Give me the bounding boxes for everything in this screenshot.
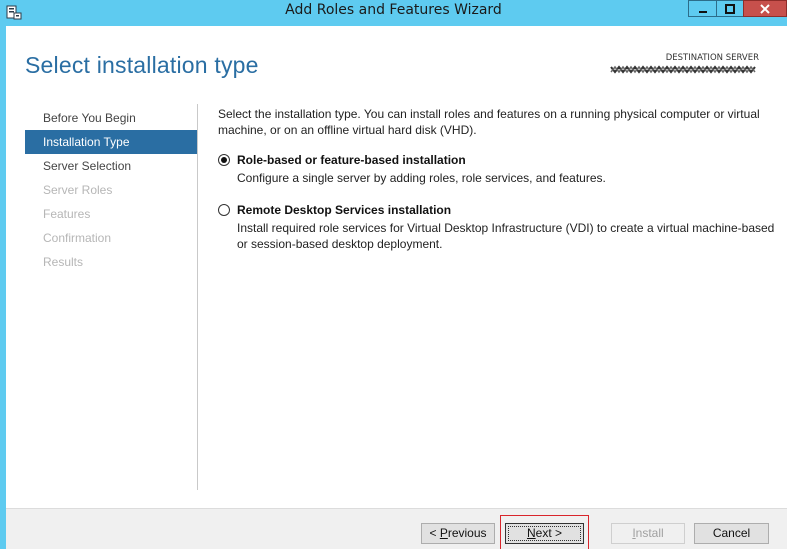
nav-item-label: Server Roles (43, 183, 113, 197)
nav-item-label: Before You Begin (43, 111, 136, 125)
radio-button-unselected[interactable] (218, 204, 230, 216)
previous-button[interactable]: < Previous (421, 523, 495, 544)
nav-item-server-selection[interactable]: Server Selection (25, 154, 197, 178)
option-title[interactable]: Remote Desktop Services installation (237, 202, 778, 218)
next-button-highlight: Next > (500, 515, 589, 549)
option-role-based[interactable]: Role-based or feature-based installation… (218, 152, 778, 186)
wizard-step-list: Before You Begin Installation Type Serve… (25, 106, 197, 274)
cancel-button[interactable]: Cancel (694, 523, 769, 544)
main-content: Select the installation type. You can in… (218, 106, 778, 252)
nav-item-label: Results (43, 255, 84, 269)
nav-item-before-you-begin[interactable]: Before You Begin (25, 106, 197, 130)
next-button[interactable]: Next > (505, 523, 584, 544)
radio-button-selected[interactable] (218, 154, 230, 166)
previous-rest: revious (447, 526, 487, 540)
wizard-body: Select installation type DESTINATION SER… (6, 26, 787, 549)
maximize-button[interactable] (716, 0, 744, 17)
option-description: Install required role services for Virtu… (237, 221, 775, 251)
nav-item-installation-type[interactable]: Installation Type (25, 130, 197, 154)
option-remote-desktop[interactable]: Remote Desktop Services installation Ins… (218, 202, 778, 252)
close-icon (760, 3, 770, 14)
maximize-icon (725, 3, 735, 14)
option-description: Configure a single server by adding role… (237, 171, 606, 185)
minimize-icon (698, 10, 707, 13)
install-button[interactable]: Install (611, 523, 685, 544)
nav-item-label: Installation Type (43, 135, 130, 149)
title-bar[interactable]: Add Roles and Features Wizard (0, 0, 787, 26)
install-rest: nstall (635, 526, 664, 540)
nav-item-features: Features (25, 202, 197, 226)
nav-item-confirmation: Confirmation (25, 226, 197, 250)
page-title: Select installation type (25, 52, 259, 78)
intro-text: Select the installation type. You can in… (218, 107, 760, 137)
nav-item-label: Confirmation (43, 231, 112, 245)
minimize-button[interactable] (688, 0, 717, 17)
previous-accel: P (439, 526, 448, 540)
focus-rectangle (508, 526, 581, 541)
window-title: Add Roles and Features Wizard (285, 2, 502, 18)
previous-prefix: < (429, 526, 440, 540)
nav-item-results: Results (25, 250, 197, 274)
destination-server-label: DESTINATION SERVER (665, 53, 759, 63)
nav-item-label: Features (43, 207, 91, 221)
nav-item-server-roles: Server Roles (25, 178, 197, 202)
destination-server-name-redacted (609, 64, 759, 75)
button-bar: < Previous Next > Install Cancel (6, 508, 787, 549)
vertical-divider (197, 104, 198, 490)
nav-item-label: Server Selection (43, 159, 132, 173)
close-button[interactable] (743, 0, 787, 17)
option-title[interactable]: Role-based or feature-based installation (237, 152, 778, 168)
